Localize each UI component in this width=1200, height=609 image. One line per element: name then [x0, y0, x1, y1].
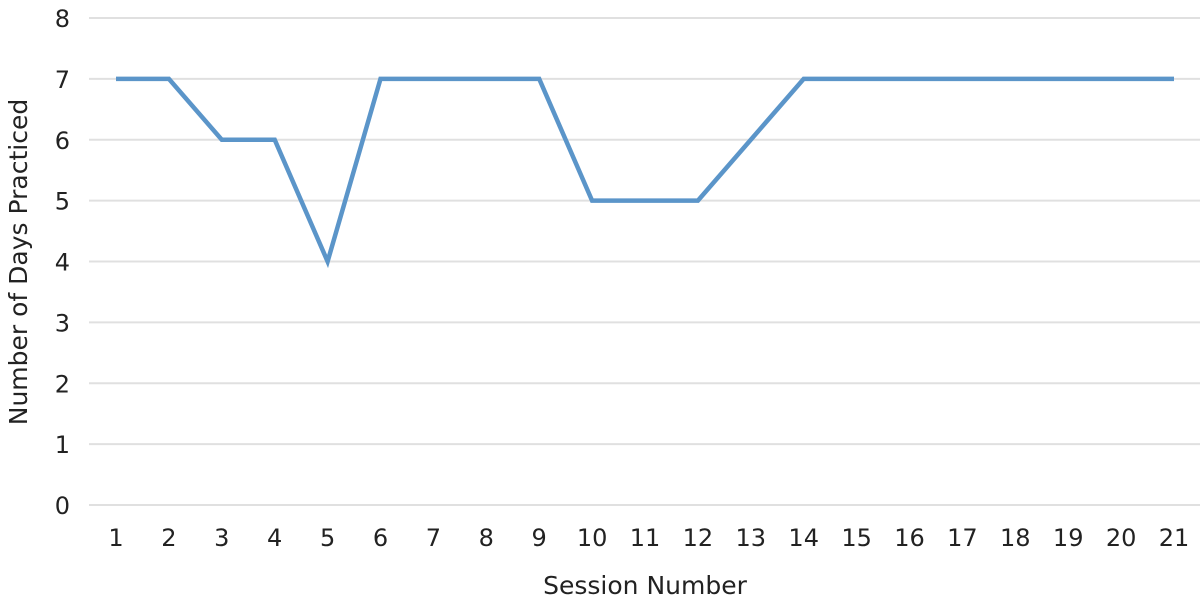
y-axis-ticks: 0 1 2 3 4 5 6 7 8 [55, 5, 70, 520]
series-line [116, 76, 1174, 269]
x-tick-label: 7 [426, 524, 441, 552]
x-tick-label: 10 [577, 524, 608, 552]
y-tick-label: 0 [55, 492, 70, 520]
y-tick-label: 2 [55, 370, 70, 398]
series-group [115, 76, 1175, 269]
x-tick-label: 21 [1159, 524, 1190, 552]
x-axis-title: Session Number [543, 571, 747, 600]
x-tick-label: 4 [267, 524, 282, 552]
y-axis-title: Number of Days Practiced [4, 99, 33, 425]
x-tick-label: 3 [214, 524, 229, 552]
y-tick-label: 7 [55, 66, 70, 94]
x-axis-ticks: 1 2 3 4 5 6 7 8 9 10 11 12 13 14 15 16 17 18 19 20 21 [108, 524, 1189, 552]
y-tick-label: 5 [55, 188, 70, 216]
x-tick-label: 18 [1000, 524, 1031, 552]
x-tick-label: 15 [841, 524, 872, 552]
line-chart: 012345678 1 2 3 4 5 6 7 8 9 10 11 12 13 14 15 16 17 18 19 2… [4, 5, 1200, 600]
y-tick-label: 3 [55, 309, 70, 337]
x-tick-label: 14 [788, 524, 819, 552]
x-tick-label: 1 [108, 524, 123, 552]
x-tick-label: 9 [532, 524, 547, 552]
x-tick-label: 6 [373, 524, 388, 552]
x-tick-label: 12 [683, 524, 714, 552]
gridlines [89, 17, 1200, 506]
x-tick-label: 8 [479, 524, 494, 552]
y-tick-label: 8 [55, 5, 70, 33]
y-tick-label: 1 [55, 431, 70, 459]
x-tick-label: 5 [320, 524, 335, 552]
x-tick-label: 20 [1106, 524, 1137, 552]
x-tick-label: 2 [161, 524, 176, 552]
x-tick-label: 16 [894, 524, 925, 552]
y-tick-label: 4 [55, 249, 70, 277]
x-tick-label: 19 [1053, 524, 1084, 552]
x-tick-label: 13 [736, 524, 767, 552]
y-tick-label: 6 [55, 127, 70, 155]
x-tick-label: 17 [947, 524, 978, 552]
x-tick-label: 11 [630, 524, 661, 552]
